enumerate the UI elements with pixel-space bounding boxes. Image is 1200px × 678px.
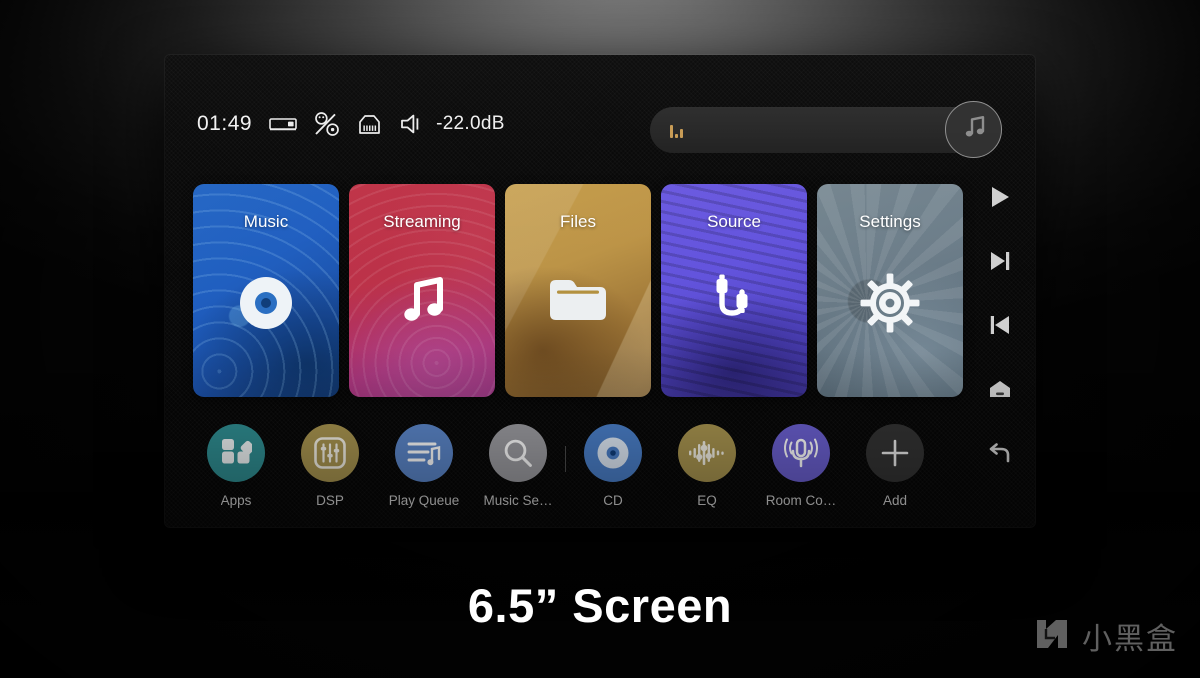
tile-label: Source <box>707 212 761 231</box>
dock-label: DSP <box>316 493 344 508</box>
folder-icon <box>505 272 651 326</box>
gear-icon <box>817 272 963 334</box>
previous-track-icon <box>988 314 1012 341</box>
tile-settings[interactable]: Settings <box>817 184 963 397</box>
home-button[interactable] <box>983 376 1017 406</box>
dock-label: Add <box>882 493 908 508</box>
audio-level-meter <box>670 123 683 138</box>
speaker-volume-icon <box>399 113 425 135</box>
sliders-icon <box>301 424 359 482</box>
ethernet-port-icon <box>357 114 382 135</box>
dock-label: Music Se… <box>483 493 553 508</box>
dock-item-add[interactable]: Add <box>848 424 942 508</box>
vinyl-record-icon <box>193 272 339 334</box>
tile-grid: Music Streaming Files Source Settings <box>193 184 963 397</box>
tile-label: Settings <box>859 212 921 231</box>
now-playing-button[interactable] <box>945 101 1002 158</box>
back-button[interactable] <box>983 440 1017 470</box>
tile-label: Streaming <box>383 212 461 231</box>
head-unit-device: 01:49 -22.0dB Music Streaming Files Sour… <box>165 55 1035 527</box>
tile-label: Music <box>243 212 289 231</box>
clock-label: 01:49 <box>197 112 253 135</box>
watermark-text: 小黑盒 <box>1082 622 1178 657</box>
dock-item-eq[interactable]: EQ <box>660 424 754 508</box>
playlist-queue-icon <box>395 424 453 482</box>
xiaoheihe-logo-icon <box>1034 617 1070 656</box>
volume-level-label: -22.0dB <box>436 113 505 134</box>
previous-track-button[interactable] <box>983 312 1017 342</box>
dock-label: CD <box>603 493 623 508</box>
dock-item-music-service[interactable]: Music Se… <box>471 424 565 508</box>
tile-label: Files <box>560 212 596 231</box>
back-icon <box>987 442 1013 469</box>
play-icon <box>989 185 1011 214</box>
dock-item-play-queue[interactable]: Play Queue <box>377 424 471 508</box>
compact-disc-icon <box>584 424 642 482</box>
dock-label: EQ <box>697 493 717 508</box>
search-icon <box>489 424 547 482</box>
microphone-icon <box>772 424 830 482</box>
caption-title: 6.5” Screen <box>467 579 733 632</box>
music-note-icon <box>349 272 495 330</box>
percent-power-icon <box>314 111 340 137</box>
plus-icon <box>866 424 924 482</box>
dock-label: Apps <box>220 493 252 508</box>
nav-rail <box>965 184 1035 470</box>
next-track-icon <box>988 250 1012 277</box>
dock-item-apps[interactable]: Apps <box>189 424 283 508</box>
cable-connector-icon <box>661 272 807 334</box>
tile-files[interactable]: Files <box>505 184 651 397</box>
dock-item-dsp[interactable]: DSP <box>283 424 377 508</box>
home-icon <box>987 379 1013 404</box>
tile-source[interactable]: Source <box>661 184 807 397</box>
tile-music[interactable]: Music <box>193 184 339 397</box>
dock-label: Room Co… <box>765 493 837 508</box>
status-bar: 01:49 -22.0dB <box>197 107 505 141</box>
dock-bar: Apps DSP Play Queue Music Se… CD EQ Room… <box>189 424 942 508</box>
music-note-icon <box>960 113 988 146</box>
apps-grid-icon <box>207 424 265 482</box>
next-track-button[interactable] <box>983 248 1017 278</box>
play-button[interactable] <box>983 184 1017 214</box>
watermark: 小黑盒 <box>1034 614 1178 658</box>
equalizer-icon <box>678 424 736 482</box>
dock-item-cd[interactable]: CD <box>566 424 660 508</box>
dock-item-room-correction[interactable]: Room Co… <box>754 424 848 508</box>
amplifier-device-icon <box>269 115 297 133</box>
dock-label: Play Queue <box>388 493 460 508</box>
tile-streaming[interactable]: Streaming <box>349 184 495 397</box>
